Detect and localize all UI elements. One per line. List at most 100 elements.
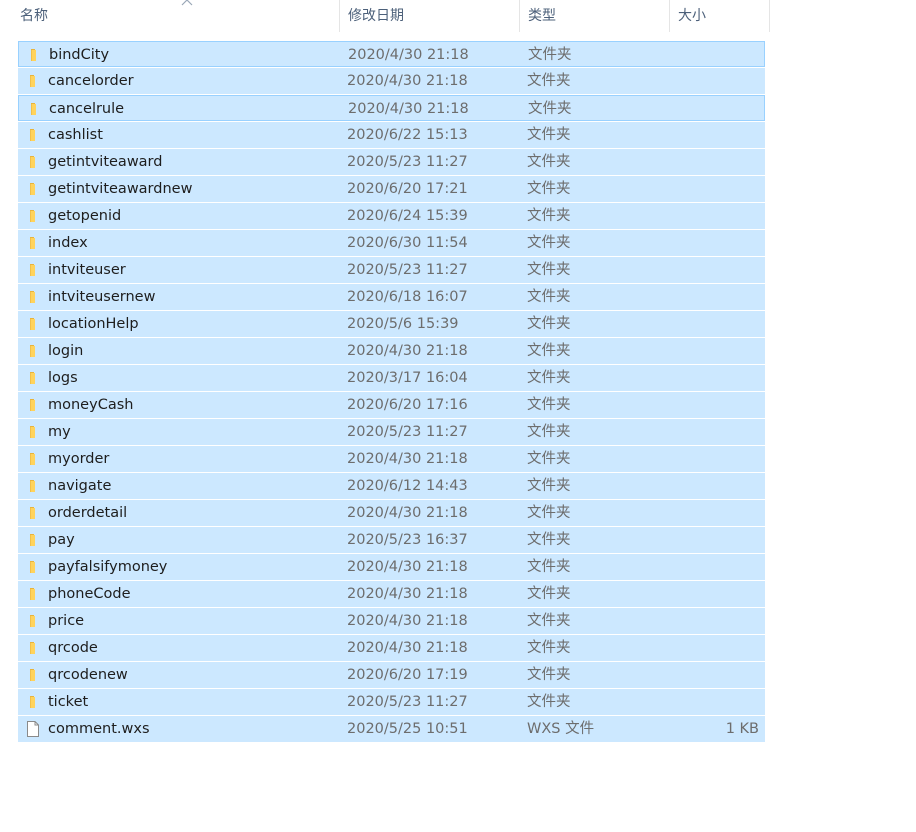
file-modified-date: 2020/5/6 15:39	[347, 316, 459, 332]
file-name: index	[48, 235, 88, 251]
file-modified-date: 2020/4/30 21:18	[347, 640, 468, 656]
column-header-name-label: 名称	[20, 8, 48, 24]
file-type: 文件夹	[528, 47, 572, 63]
file-name: intviteusernew	[48, 289, 156, 305]
file-type: 文件夹	[527, 397, 571, 413]
file-name: myorder	[48, 451, 110, 467]
file-row[interactable]: price 2020/4/30 21:18 文件夹	[18, 608, 765, 634]
file-row[interactable]: ticket 2020/5/23 11:27 文件夹	[18, 689, 765, 715]
file-row[interactable]: payfalsifymoney 2020/4/30 21:18 文件夹	[18, 554, 765, 580]
file-name: logs	[48, 370, 78, 386]
file-modified-date: 2020/4/30 21:18	[347, 586, 468, 602]
folder-icon	[25, 73, 41, 89]
file-type: 文件夹	[527, 73, 571, 89]
file-row[interactable]: intviteuser 2020/5/23 11:27 文件夹	[18, 257, 765, 283]
folder-icon	[25, 235, 41, 251]
folder-icon	[25, 559, 41, 575]
file-row[interactable]: myorder 2020/4/30 21:18 文件夹	[18, 446, 765, 472]
file-name: getintviteawardnew	[48, 181, 193, 197]
file-name: getopenid	[48, 208, 122, 224]
file-row[interactable]: cancelorder 2020/4/30 21:18 文件夹	[18, 68, 765, 94]
file-row[interactable]: getopenid 2020/6/24 15:39 文件夹	[18, 203, 765, 229]
file-modified-date: 2020/6/20 17:21	[347, 181, 468, 197]
file-type: 文件夹	[527, 478, 571, 494]
file-modified-date: 2020/6/24 15:39	[347, 208, 468, 224]
file-name: orderdetail	[48, 505, 128, 521]
file-modified-date: 2020/6/12 14:43	[347, 478, 468, 494]
file-row[interactable]: logs 2020/3/17 16:04 文件夹	[18, 365, 765, 391]
file-name: qrcodenew	[48, 667, 128, 683]
file-row[interactable]: moneyCash 2020/6/20 17:16 文件夹	[18, 392, 765, 418]
file-modified-date: 2020/5/23 11:27	[347, 694, 468, 710]
file-type: 文件夹	[527, 154, 571, 170]
file-row[interactable]: locationHelp 2020/5/6 15:39 文件夹	[18, 311, 765, 337]
folder-icon	[25, 694, 41, 710]
file-type: 文件夹	[527, 127, 571, 143]
file-type: 文件夹	[527, 694, 571, 710]
file-type: 文件夹	[527, 370, 571, 386]
file-type: 文件夹	[527, 208, 571, 224]
file-modified-date: 2020/5/25 10:51	[347, 721, 468, 737]
column-header-type[interactable]: 类型	[520, 0, 670, 32]
file-name: navigate	[48, 478, 112, 494]
folder-icon	[25, 343, 41, 359]
file-list: bindCity 2020/4/30 21:18 文件夹 cancelorder 202…	[18, 41, 765, 743]
file-type: 文件夹	[527, 343, 571, 359]
file-row[interactable]: bindCity 2020/4/30 21:18 文件夹	[18, 41, 765, 67]
file-name: qrcode	[48, 640, 98, 656]
folder-icon	[25, 181, 41, 197]
file-row[interactable]: cancelrule 2020/4/30 21:18 文件夹	[18, 95, 765, 121]
file-row[interactable]: cashlist 2020/6/22 15:13 文件夹	[18, 122, 765, 148]
file-row[interactable]: qrcodenew 2020/6/20 17:19 文件夹	[18, 662, 765, 688]
file-row[interactable]: index 2020/6/30 11:54 文件夹	[18, 230, 765, 256]
folder-icon	[25, 532, 41, 548]
folder-icon	[25, 127, 41, 143]
file-name: bindCity	[49, 47, 110, 63]
file-row[interactable]: getintviteaward 2020/5/23 11:27 文件夹	[18, 149, 765, 175]
folder-icon	[25, 154, 41, 170]
file-row[interactable]: phoneCode 2020/4/30 21:18 文件夹	[18, 581, 765, 607]
folder-icon	[25, 586, 41, 602]
file-type: WXS 文件	[527, 721, 595, 737]
folder-icon	[25, 640, 41, 656]
file-type: 文件夹	[527, 262, 571, 278]
file-type: 文件夹	[527, 667, 571, 683]
folder-icon	[25, 289, 41, 305]
file-row[interactable]: qrcode 2020/4/30 21:18 文件夹	[18, 635, 765, 661]
file-row[interactable]: comment.wxs 2020/5/25 10:51 WXS 文件 1 KB	[18, 716, 765, 742]
file-row[interactable]: getintviteawardnew 2020/6/20 17:21 文件夹	[18, 176, 765, 202]
file-modified-date: 2020/4/30 21:18	[348, 47, 469, 63]
file-name: locationHelp	[48, 316, 139, 332]
file-name: cancelorder	[48, 73, 134, 89]
file-row[interactable]: intviteusernew 2020/6/18 16:07 文件夹	[18, 284, 765, 310]
file-type: 文件夹	[527, 181, 571, 197]
file-modified-date: 2020/6/22 15:13	[347, 127, 468, 143]
file-name: ticket	[48, 694, 89, 710]
column-header-modified[interactable]: 修改日期	[340, 0, 520, 32]
folder-icon	[25, 370, 41, 386]
file-modified-date: 2020/6/18 16:07	[347, 289, 468, 305]
column-header-name[interactable]: 名称	[12, 0, 340, 32]
file-type: 文件夹	[527, 532, 571, 548]
file-modified-date: 2020/4/30 21:18	[347, 613, 468, 629]
folder-icon	[25, 397, 41, 413]
file-row[interactable]: login 2020/4/30 21:18 文件夹	[18, 338, 765, 364]
file-type: 文件夹	[528, 101, 572, 117]
folder-icon	[25, 424, 41, 440]
file-type: 文件夹	[527, 613, 571, 629]
file-type: 文件夹	[527, 424, 571, 440]
column-header-modified-label: 修改日期	[348, 8, 404, 24]
file-row[interactable]: navigate 2020/6/12 14:43 文件夹	[18, 473, 765, 499]
file-row[interactable]: my 2020/5/23 11:27 文件夹	[18, 419, 765, 445]
file-type: 文件夹	[527, 559, 571, 575]
file-type: 文件夹	[527, 586, 571, 602]
file-row[interactable]: pay 2020/5/23 16:37 文件夹	[18, 527, 765, 553]
file-row[interactable]: orderdetail 2020/4/30 21:18 文件夹	[18, 500, 765, 526]
column-header-size[interactable]: 大小	[670, 0, 770, 32]
folder-icon	[25, 505, 41, 521]
file-type: 文件夹	[527, 316, 571, 332]
file-name: cancelrule	[49, 101, 125, 117]
file-type: 文件夹	[527, 640, 571, 656]
folder-icon	[25, 667, 41, 683]
column-header-type-label: 类型	[528, 8, 556, 24]
